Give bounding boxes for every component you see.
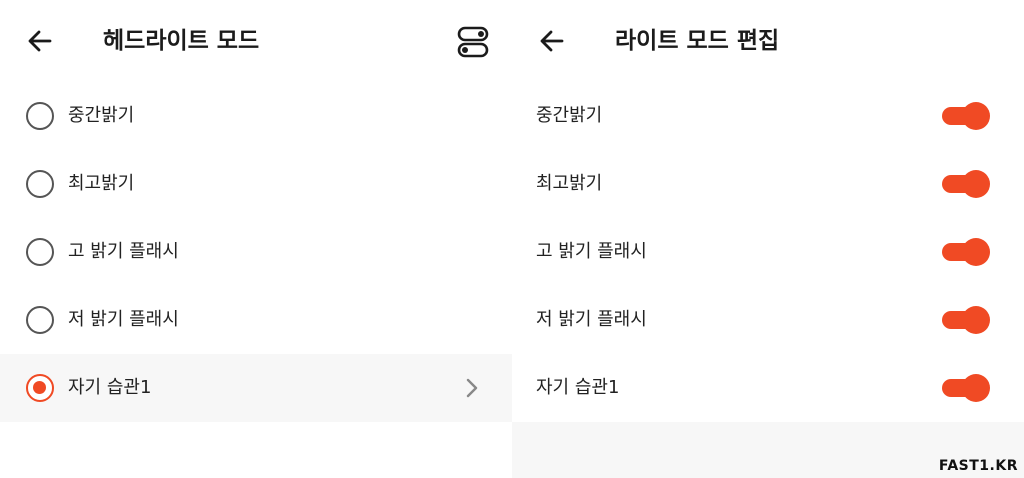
mode-option-row[interactable]: 저 밝기 플래시 (0, 286, 512, 354)
back-button[interactable] (536, 25, 568, 57)
headlight-mode-panel: 헤드라이트 모드 중간밝기 최고밝기 고 밝기 플래시 저 밝기 플래시 자기 … (0, 0, 512, 478)
edit-light-mode-panel: 라이트 모드 편집 중간밝기 최고밝기 고 밝기 플래시 저 밝기 플래시 자기… (512, 0, 1024, 478)
headlight-mode-header: 헤드라이트 모드 (0, 0, 512, 82)
mode-option-label: 고 밝기 플래시 (68, 241, 179, 262)
back-button[interactable] (24, 25, 56, 57)
light-mode-label: 자기 습관1 (536, 377, 620, 398)
light-mode-toggle[interactable] (942, 238, 992, 266)
light-mode-label: 중간밝기 (536, 105, 603, 126)
mode-option-row[interactable]: 최고밝기 (0, 150, 512, 218)
arrow-left-icon (540, 30, 564, 52)
radio-button[interactable] (26, 102, 54, 130)
mode-option-label: 자기 습관1 (68, 377, 152, 398)
toggles-icon (457, 26, 489, 58)
light-mode-toggle[interactable] (942, 374, 992, 402)
light-mode-label: 최고밝기 (536, 173, 603, 194)
chevron-right-icon[interactable] (461, 376, 483, 400)
arrow-left-icon (28, 30, 52, 52)
mode-option-row[interactable]: 고 밝기 플래시 (0, 218, 512, 286)
light-mode-label: 고 밝기 플래시 (536, 241, 647, 262)
edit-light-mode-header: 라이트 모드 편집 (512, 0, 1024, 82)
light-mode-row: 자기 습관1 (512, 354, 1024, 422)
light-mode-toggle-list: 중간밝기 최고밝기 고 밝기 플래시 저 밝기 플래시 자기 습관1 (512, 82, 1024, 422)
light-mode-toggle[interactable] (942, 306, 992, 334)
radio-button[interactable] (26, 170, 54, 198)
mode-option-row-selected[interactable]: 자기 습관1 (0, 354, 512, 422)
light-mode-toggle[interactable] (942, 170, 992, 198)
watermark: FAST1.KR (938, 458, 1018, 474)
mode-options-list: 중간밝기 최고밝기 고 밝기 플래시 저 밝기 플래시 자기 습관1 (0, 82, 512, 422)
mode-option-label: 중간밝기 (68, 105, 135, 126)
radio-button-checked[interactable] (26, 374, 54, 402)
light-mode-label: 저 밝기 플래시 (536, 309, 647, 330)
light-mode-row: 최고밝기 (512, 150, 1024, 218)
edit-modes-button[interactable] (455, 24, 491, 60)
light-mode-toggle[interactable] (942, 102, 992, 130)
radio-button[interactable] (26, 306, 54, 334)
light-mode-row: 고 밝기 플래시 (512, 218, 1024, 286)
page-title: 헤드라이트 모드 (103, 28, 260, 54)
page-title: 라이트 모드 편집 (615, 28, 780, 54)
light-mode-row: 저 밝기 플래시 (512, 286, 1024, 354)
mode-option-label: 저 밝기 플래시 (68, 309, 179, 330)
light-mode-row: 중간밝기 (512, 82, 1024, 150)
mode-option-label: 최고밝기 (68, 173, 135, 194)
mode-option-row[interactable]: 중간밝기 (0, 82, 512, 150)
radio-button[interactable] (26, 238, 54, 266)
